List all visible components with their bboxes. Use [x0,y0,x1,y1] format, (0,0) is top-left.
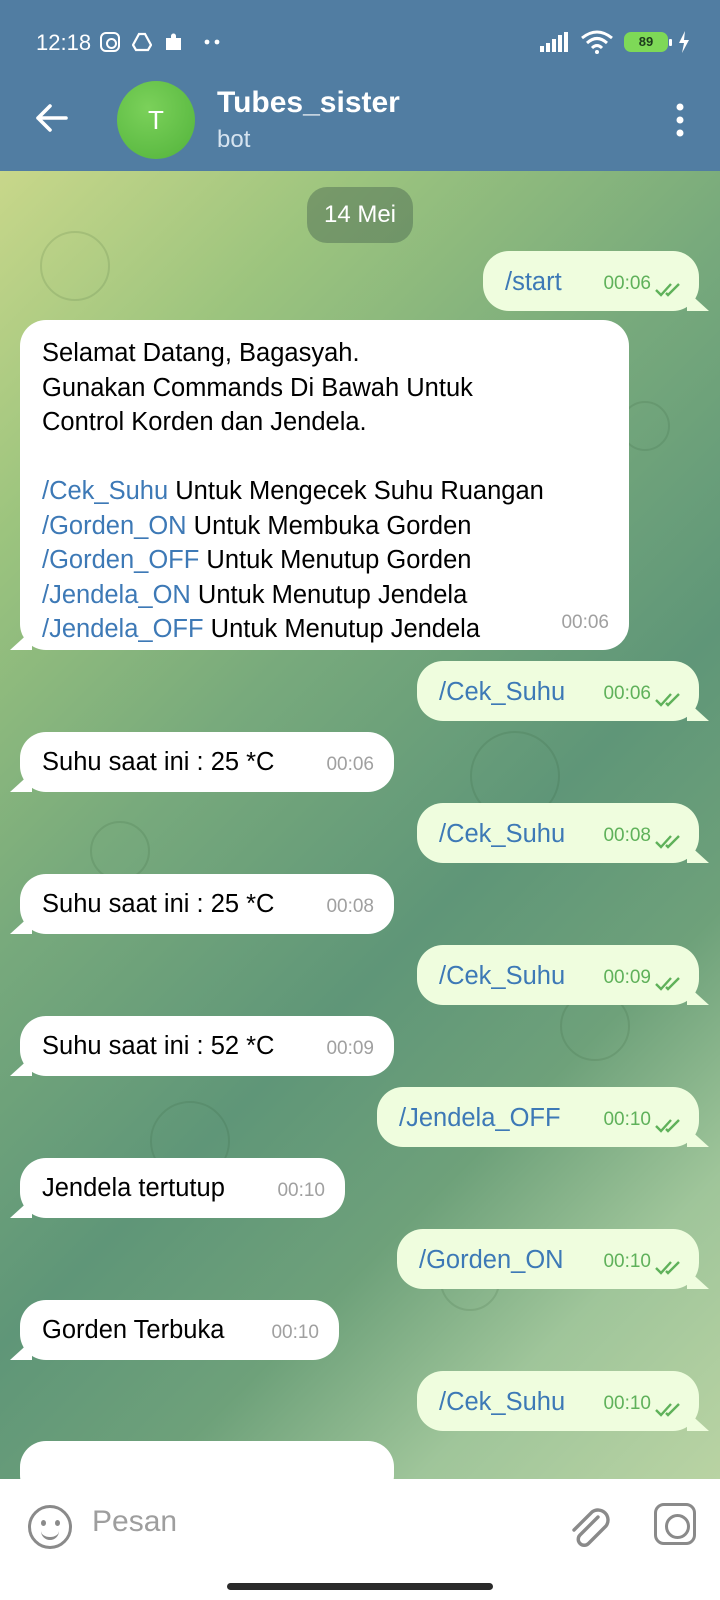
message-time: 00:09 [326,1037,374,1059]
chat-header: T Tubes_sister bot [0,80,720,171]
incoming-message[interactable]: Selamat Datang, Bagasyah. Gunakan Comman… [20,320,629,650]
command-link[interactable]: /Gorden_ON [42,512,187,540]
message-time: 00:10 [603,1250,651,1272]
incoming-message[interactable]: Suhu saat ini : 52 *C 00:09 [20,1016,394,1076]
message-time: 00:06 [603,272,651,294]
camera-icon[interactable] [654,1503,696,1545]
more-options-icon[interactable] [674,102,686,138]
status-time: 12:18 [36,30,92,55]
home-indicator[interactable] [227,1583,493,1590]
status-right: 89 [538,30,690,54]
instagram-icon [100,32,120,52]
puzzle-icon [166,33,181,50]
outgoing-message[interactable]: /Cek_Suhu 00:09 [417,945,699,1005]
message-time: 00:06 [603,682,651,704]
double-check-icon [655,835,680,849]
command-link[interactable]: /Jendela_OFF [42,615,204,643]
wifi-icon [581,30,613,54]
command-link[interactable]: /Gorden_OFF [42,546,199,574]
double-check-icon [655,977,680,991]
message-input-bar: Pesan [0,1479,720,1600]
incoming-message[interactable]: Suhu saat ini : 25 *C 00:06 [20,732,394,792]
message-time: 00:10 [271,1321,319,1343]
outgoing-message[interactable]: /Gorden_ON 00:10 [397,1229,699,1289]
wallpaper-doodle [40,231,110,301]
outgoing-message[interactable]: /Cek_Suhu 00:06 [417,661,699,721]
message-time: 00:10 [277,1179,325,1201]
welcome-text: Selamat Datang, Bagasyah. Gunakan Comman… [42,339,473,436]
incoming-message[interactable]: Suhu saat ini : 25 *C 00:08 [20,874,394,934]
chat-subtitle: bot [217,126,251,153]
double-check-icon [655,693,680,707]
battery-icon: 89 [624,32,672,52]
command-desc: Untuk Menutup Jendela [190,580,468,609]
avatar[interactable]: T [117,81,195,159]
drive-icon [132,32,152,52]
double-check-icon [655,1119,680,1133]
message-input[interactable]: Pesan [92,1505,177,1539]
double-check-icon [655,283,680,297]
wallpaper-doodle [90,821,150,881]
message-text: Selamat Datang, Bagasyah. Gunakan Comman… [20,320,629,661]
message-text: /Gorden_ON [419,1246,564,1274]
attach-icon[interactable] [566,1503,612,1551]
outgoing-message[interactable]: /start 00:06 [483,251,699,311]
top-bar: 12:18 89 T Tubes_sister bot [0,0,720,171]
back-arrow-icon[interactable] [30,96,74,140]
double-check-icon [655,1261,680,1275]
outgoing-message[interactable]: /Jendela_OFF 00:10 [377,1087,699,1147]
command-desc: Untuk Menutup Gorden [199,546,472,574]
incoming-message[interactable]: Gorden Terbuka 00:10 [20,1300,339,1360]
message-time: 00:10 [603,1108,651,1130]
message-time: 00:08 [603,824,651,846]
command-desc: Untuk Membuka Gorden [186,511,472,540]
command-link[interactable]: /Jendela_ON [42,581,191,609]
status-bar: 12:18 89 [0,0,720,88]
chat-area[interactable]: 14 Mei /start 00:06 Selamat Datang, Baga… [0,171,720,1479]
command-desc: Untuk Mengecek Suhu Ruangan [168,477,544,505]
message-time: 00:08 [326,895,374,917]
message-time: 00:06 [326,753,374,775]
incoming-message-partial[interactable] [20,1441,394,1479]
incoming-message[interactable]: Jendela tertutup 00:10 [20,1158,345,1218]
date-chip: 14 Mei [307,187,413,243]
outgoing-message[interactable]: /Cek_Suhu 00:08 [417,803,699,863]
chat-title[interactable]: Tubes_sister [217,86,400,120]
emoji-icon[interactable] [28,1505,72,1549]
signal-icon [540,32,568,52]
command-link[interactable]: /Cek_Suhu [42,477,168,505]
outgoing-message[interactable]: /Cek_Suhu 00:10 [417,1371,699,1431]
command-desc: Untuk Menutup Jendela [203,615,481,643]
charging-icon [679,31,689,53]
double-check-icon [655,1403,680,1417]
message-time: 00:10 [603,1392,651,1414]
message-time: 00:06 [561,611,609,633]
message-time: 00:09 [603,966,651,988]
more-notifications-icon [204,39,220,45]
